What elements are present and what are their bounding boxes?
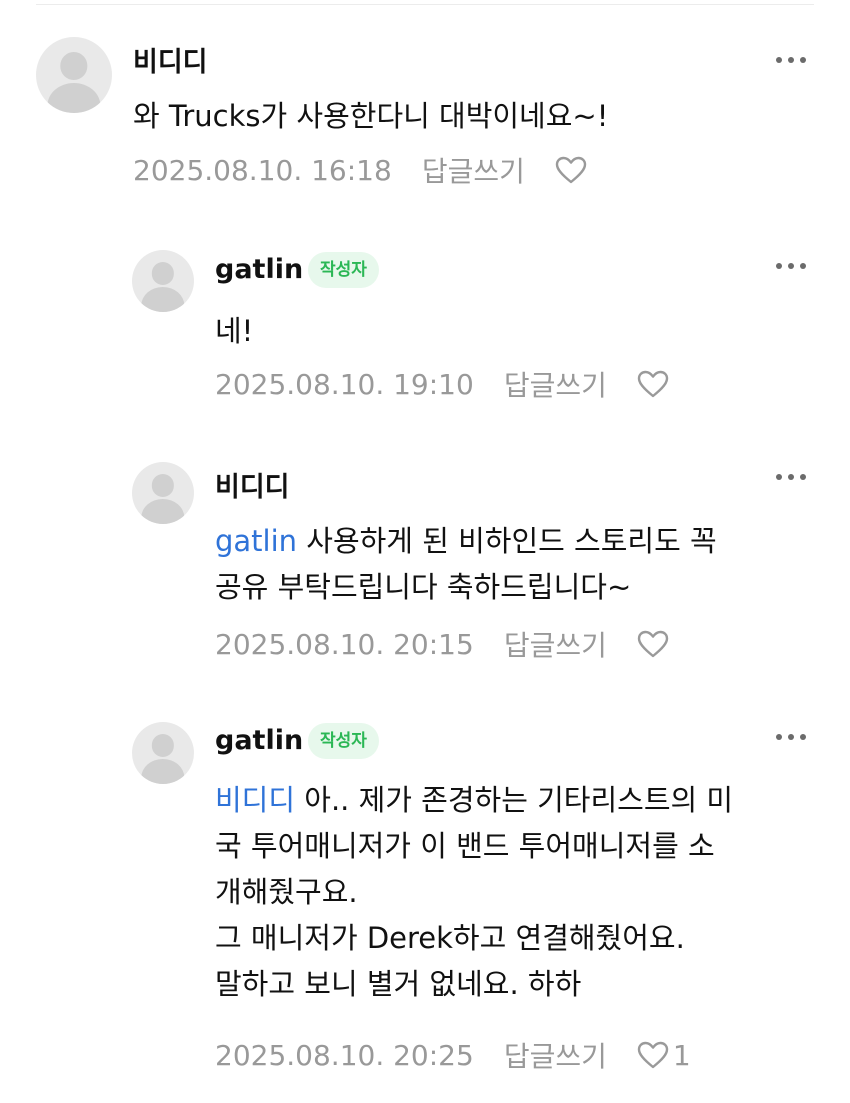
mention-link[interactable]: 비디디 (215, 783, 295, 817)
comment-meta: 2025.08.10. 16:18 답글쓰기 (133, 150, 591, 190)
reply-button[interactable]: 답글쓰기 (422, 150, 525, 190)
avatar[interactable] (36, 37, 112, 113)
comment-text: 와 Trucks가 사용한다니 대박이네요~! (133, 99, 609, 133)
heart-outline-icon (637, 1041, 669, 1069)
comment-date: 2025.08.10. 20:25 (215, 1038, 474, 1072)
more-horizontal-icon[interactable] (776, 733, 806, 741)
avatar[interactable] (132, 462, 194, 524)
default-user-icon (60, 52, 88, 80)
comment-date: 2025.08.10. 19:10 (215, 367, 474, 401)
comment-text: 네! (215, 314, 254, 348)
reply-button[interactable]: 답글쓰기 (504, 624, 607, 664)
heart-outline-icon (637, 630, 669, 658)
comment-text: 비디디 아.. 제가 존경하는 기타리스트의 미 국 투어매니저가 이 밴드 투… (215, 783, 734, 1001)
comment-author[interactable]: gatlin (215, 725, 303, 756)
like-button[interactable] (637, 630, 673, 658)
avatar[interactable] (132, 250, 194, 312)
comment-date: 2025.08.10. 16:18 (133, 153, 392, 187)
avatar[interactable] (132, 722, 194, 784)
comment-meta: 2025.08.10. 20:15 답글쓰기 (215, 624, 673, 664)
default-user-icon (151, 262, 175, 285)
default-user-icon (151, 474, 175, 497)
heart-outline-icon (555, 156, 587, 184)
more-horizontal-icon[interactable] (776, 473, 806, 481)
comment-author[interactable]: 비디디 (133, 40, 208, 79)
top-divider (36, 4, 814, 5)
mention-link[interactable]: gatlin (215, 524, 297, 558)
comment-text: gatlin 사용하게 된 비하인드 스토리도 꼭 공유 부탁드립니다 축하드립… (215, 524, 717, 604)
comment-meta: 2025.08.10. 20:25 답글쓰기 1 (215, 1035, 691, 1075)
heart-outline-icon (637, 370, 669, 398)
like-button[interactable] (637, 370, 673, 398)
like-count: 1 (672, 1038, 691, 1072)
like-button[interactable]: 1 (637, 1039, 691, 1072)
reply-button[interactable]: 답글쓰기 (504, 364, 607, 404)
comment-author[interactable]: 비디디 (215, 465, 290, 504)
more-horizontal-icon[interactable] (776, 262, 806, 270)
like-button[interactable] (555, 156, 591, 184)
comment-date: 2025.08.10. 20:15 (215, 627, 474, 661)
author-badge: 작성자 (308, 723, 379, 759)
more-horizontal-icon[interactable] (776, 56, 806, 64)
comment-meta: 2025.08.10. 19:10 답글쓰기 (215, 364, 673, 404)
default-user-icon (151, 734, 175, 757)
comment-author[interactable]: gatlin (215, 254, 303, 285)
reply-button[interactable]: 답글쓰기 (504, 1035, 607, 1075)
author-badge: 작성자 (308, 252, 379, 288)
